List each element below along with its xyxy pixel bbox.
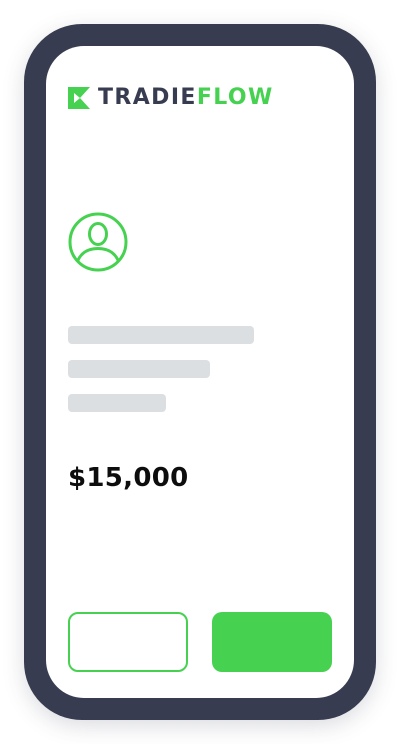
phone-screen: TRADIEFLOW $15,000 <box>46 46 354 698</box>
brand-logo: TRADIEFLOW <box>68 86 274 110</box>
brand-name-flow: FLOW <box>196 85 274 110</box>
brand-name-tradie: TRADIE <box>98 85 197 110</box>
placeholder-line-1 <box>68 326 254 344</box>
quote-amount: $15,000 <box>68 463 189 493</box>
phone-frame: TRADIEFLOW $15,000 <box>24 24 376 720</box>
secondary-action-button[interactable] <box>68 612 188 672</box>
placeholder-line-2 <box>68 360 210 378</box>
brand-wordmark: TRADIEFLOW <box>98 86 274 110</box>
primary-action-button[interactable] <box>212 612 332 672</box>
user-avatar-icon <box>68 212 128 272</box>
tradieflow-logo-mark-icon <box>68 87 90 109</box>
placeholder-line-3 <box>68 394 166 412</box>
